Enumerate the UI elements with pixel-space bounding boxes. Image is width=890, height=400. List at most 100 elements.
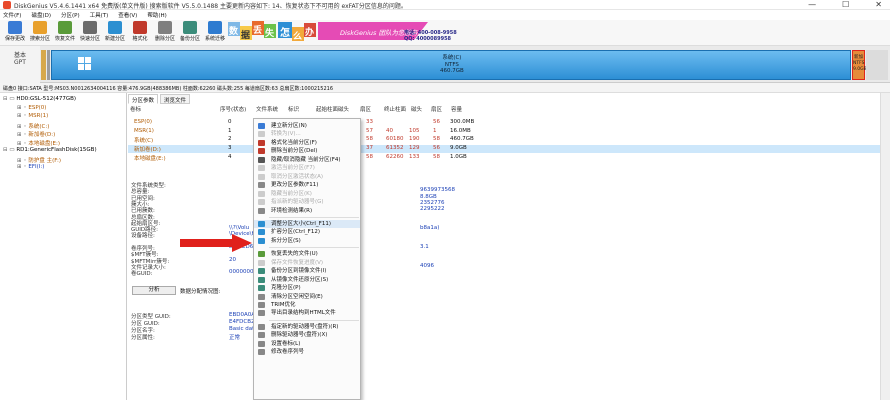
context-menu-item[interactable]: 建立新分区(N) — [254, 122, 360, 130]
column-header[interactable]: 磁头 — [338, 105, 349, 113]
column-header[interactable]: 磁头 — [411, 105, 422, 113]
tree-item-label: MSR(1) — [28, 113, 49, 119]
partition-cell: 300.0MB — [450, 119, 475, 125]
partition-row[interactable]: 新加卷(D:) 3 37 61352 129 56 9.0GB — [128, 145, 890, 154]
menu-item-label: 激活当前分区(F7) — [271, 165, 315, 172]
context-menu-item[interactable]: 扩容分区(Ctrl_F12) — [254, 228, 360, 236]
toolbar-button[interactable]: 删除分区 — [152, 21, 178, 45]
toolbar-button[interactable]: 系统迁移 — [202, 21, 228, 45]
menu-item-icon — [258, 340, 265, 347]
partition-cell: MSR(1) — [134, 127, 154, 134]
context-menu-item[interactable]: 清除分区空闲空间(E) — [254, 293, 360, 301]
tab-browse-files[interactable]: 浏览文件 — [160, 94, 191, 104]
menu-item-icon — [258, 302, 265, 308]
disk-segment-system[interactable]: 系统(C) NTFS 460.7GB — [51, 50, 851, 80]
context-menu-item[interactable]: 更改分区参数(F11) — [254, 181, 360, 189]
menu-item[interactable]: 磁盘(D) — [31, 11, 51, 19]
context-menu-item[interactable]: 备份分区到镜像文件(I) — [254, 267, 360, 275]
detail-field: \\?\Volu — [229, 225, 250, 232]
context-menu-item[interactable]: 格式化当前分区(F) — [254, 139, 360, 147]
tree-item[interactable]: ⊞ ◦ EFI(I:) — [17, 164, 44, 173]
partition-cell: 190 — [409, 136, 420, 143]
context-menu-item[interactable]: 删除驱动器号(盘符)(X) — [254, 331, 360, 339]
detail-field: 8.8GB — [420, 193, 437, 200]
partition-row[interactable]: MSR(1) 1 57 40 105 1 16.0MB — [128, 128, 890, 136]
tree-item-label: 本地磁盘(E:) — [28, 140, 60, 147]
disk-segment-esp[interactable] — [41, 50, 46, 80]
context-menu-item[interactable]: 拆分分区(S) — [254, 237, 360, 245]
disk-segment-e[interactable] — [866, 50, 888, 80]
partition-cell: 37 — [366, 145, 373, 152]
menu-item-label: 转换为(V)... — [271, 131, 301, 138]
column-header[interactable]: 标识 — [288, 105, 299, 113]
partition-cell: 133 — [409, 153, 420, 160]
column-header[interactable]: 起始柱面 — [316, 105, 338, 113]
menu-item-label: TRIM优化 — [271, 302, 296, 308]
disk-segment-msr[interactable] — [47, 50, 50, 80]
context-menu-item[interactable]: TRIM优化 — [254, 301, 360, 309]
allocation-label: 数据分配情况图: — [180, 289, 221, 295]
toolbar-button[interactable]: 搜索分区 — [27, 21, 53, 45]
detail-field: 卷GUID: — [131, 271, 153, 278]
menu-item[interactable]: 分区(P) — [61, 11, 80, 19]
menu-item-label: 设置卷标(L) — [271, 340, 301, 347]
menu-item-icon — [258, 259, 265, 266]
minimize-button[interactable]: — — [808, 0, 816, 10]
close-button[interactable]: ✕ — [875, 0, 882, 10]
context-menu-item[interactable]: 设置卷标(L) — [254, 340, 360, 348]
context-menu-item[interactable]: 删除当前分区(Del) — [254, 147, 360, 155]
column-header[interactable]: 序号(状态) — [220, 105, 246, 113]
context-menu-item[interactable]: 恢复丢失的文件(U) — [254, 250, 360, 258]
detail-field: Basic dat — [229, 326, 255, 332]
context-menu-item[interactable]: 调整分区大小(Ctrl_F11) — [254, 219, 360, 229]
partition-row[interactable]: 系统(C) 2 58 60180 190 58 460.7GB — [128, 136, 890, 144]
partition-cell: 33 — [366, 119, 373, 125]
partition-row[interactable]: 本地磁盘(E:) 4 58 62260 133 58 1.0GB — [128, 154, 890, 162]
context-menu-item[interactable]: 修改卷序列号 — [254, 348, 360, 356]
context-menu-item[interactable]: 克隆分区(P) — [254, 284, 360, 292]
toolbar-button[interactable]: 恢复文件 — [52, 21, 78, 45]
disk-tree: ⊟ ▭ HD0:GSL-512(477GB) ⊞ ◦ ESP(0) ⊞ ◦ MSR(… — [0, 93, 127, 400]
toolbar-button[interactable]: 格式化 — [127, 21, 153, 45]
menu-item-icon — [258, 139, 265, 146]
menu-item[interactable]: 帮助(H) — [147, 11, 166, 19]
menu-item[interactable]: 工具(T) — [90, 11, 109, 19]
column-header[interactable]: 卷标 — [130, 105, 141, 113]
toolbar-button[interactable]: 保存更改 — [2, 21, 28, 45]
column-header[interactable]: 扇区 — [360, 105, 371, 113]
partition-cell: 58 — [366, 153, 373, 160]
column-header[interactable]: 扇区 — [431, 105, 442, 113]
toolbar-button[interactable]: 快速分区 — [77, 21, 103, 45]
menu-item-label: 指派新的驱动器号(G) — [271, 199, 324, 206]
promo-banner[interactable]: 数 据 丢 失 怎 么 办 DiskGenius 团队为您服务 电话: 400-… — [228, 20, 468, 46]
context-menu-item: 转换为(V)... — [254, 130, 360, 138]
disk-segment-d[interactable]: 新加 NTFS 9.0GB — [852, 50, 867, 80]
context-menu-item[interactable]: 从镜像文件还原分区(S) — [254, 276, 360, 284]
context-menu-item[interactable]: 指定新的驱动器号(盘符)(R) — [254, 323, 360, 331]
toolbar-button[interactable]: 备份分区 — [177, 21, 203, 45]
d-segment-label: 新加 NTFS 9.0GB — [853, 51, 867, 73]
disk-type-label: 基本 GPT — [0, 46, 40, 83]
tab-partition-params[interactable]: 分区参数 — [128, 94, 159, 104]
context-menu-item[interactable]: 导出目录结构到HTML文件 — [254, 309, 360, 317]
toolbar-icon — [108, 21, 122, 34]
menu-item-label: 环境检测结果(R) — [271, 207, 313, 214]
partition-row[interactable]: ESP(0) 0 33 56 300.0MB — [128, 119, 890, 127]
context-menu-item[interactable]: 环境检测结果(R) — [254, 207, 360, 215]
menu-item[interactable]: 查看(V) — [118, 11, 137, 19]
menu-item-label: 保存文件恢复进度(V) — [271, 259, 324, 266]
maximize-button[interactable]: ☐ — [842, 0, 849, 10]
column-header[interactable]: 文件系统 — [256, 105, 278, 113]
analyze-button[interactable]: 分析 — [132, 286, 176, 295]
toolbar-label: 搜索分区 — [29, 36, 50, 42]
toolbar-button[interactable]: 新建分区 — [102, 21, 128, 45]
column-header[interactable]: 终止柱面 — [384, 105, 406, 113]
context-menu-item[interactable]: 隐藏/取消隐藏 当前分区(F4) — [254, 156, 360, 164]
tab-bar: 分区参数 浏览文件 — [128, 94, 191, 104]
menu-item[interactable]: 文件(F) — [3, 11, 21, 19]
vertical-scrollbar[interactable] — [880, 93, 890, 400]
toolbar-label: 恢复文件 — [54, 36, 75, 42]
column-header[interactable]: 容量 — [451, 105, 462, 113]
banner-char-7: 办 — [305, 28, 315, 38]
toolbar-label: 格式化 — [132, 36, 148, 42]
